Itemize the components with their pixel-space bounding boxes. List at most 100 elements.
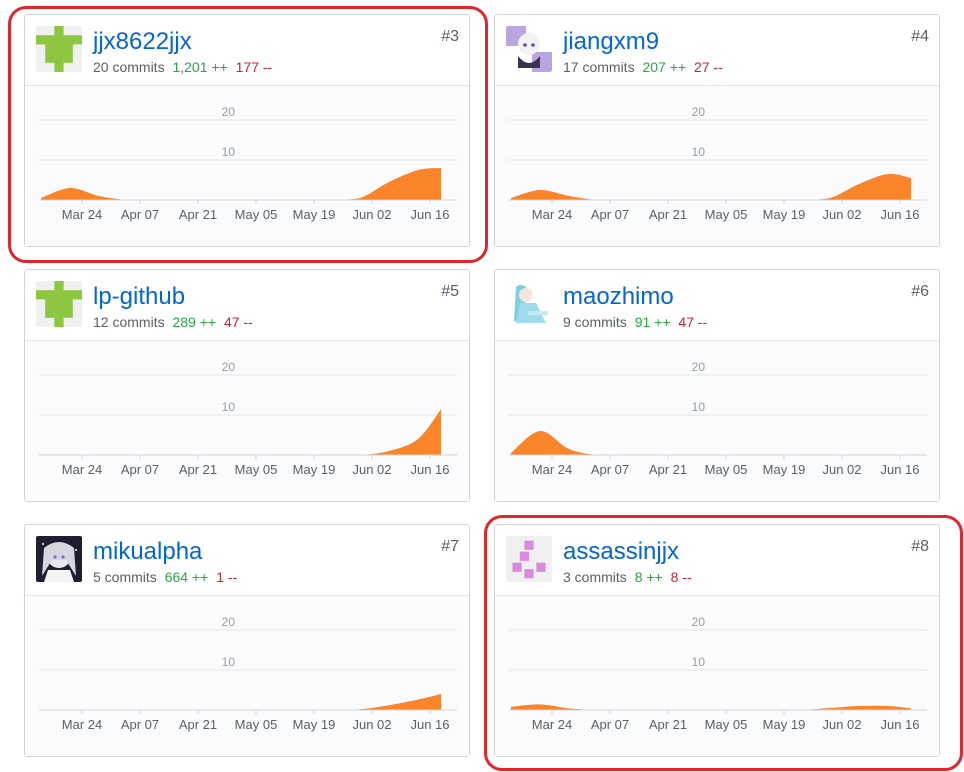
y-tick-label: 20 bbox=[222, 105, 236, 119]
contributor-username-link[interactable]: jjx8622jjx bbox=[93, 27, 192, 57]
contributor-card: jjx8622jjx 20 commits 1,201 ++ 177 -- #3… bbox=[24, 14, 470, 247]
additions-count: 664 ++ bbox=[164, 569, 209, 585]
deletions-count: 27 -- bbox=[693, 59, 723, 75]
contributor-rank: #6 bbox=[911, 283, 929, 300]
contributor-header: jjx8622jjx 20 commits 1,201 ++ 177 -- #3 bbox=[25, 15, 469, 86]
x-tick-label: May 05 bbox=[705, 207, 748, 222]
contributor-username-link[interactable]: assassinjjx bbox=[563, 537, 679, 567]
x-tick-label: May 05 bbox=[235, 462, 278, 477]
chart-svg: 20 10 Mar 24 Apr 07 Apr 21 May 05 May 19 Jun … bbox=[509, 615, 927, 732]
x-tick-label: May 19 bbox=[763, 717, 806, 732]
x-tick-label: Jun 02 bbox=[822, 717, 861, 732]
commit-activity-chart: 20 10 Mar 24 Apr 07 Apr 21 May 05 May 19 Jun … bbox=[25, 86, 469, 246]
anime-avatar-dark-icon[interactable] bbox=[36, 536, 82, 582]
y-tick-label: 10 bbox=[222, 145, 236, 159]
additions-count: 289 ++ bbox=[172, 314, 217, 330]
deletions-count: 8 -- bbox=[670, 569, 692, 585]
x-tick-label: Jun 16 bbox=[880, 717, 919, 732]
x-tick-label: Apr 21 bbox=[649, 717, 687, 732]
commit-count[interactable]: 20 commits bbox=[93, 59, 165, 75]
commit-area bbox=[41, 694, 441, 710]
contributor-stats: 17 commits 207 ++ 27 -- bbox=[563, 58, 723, 76]
x-tick-label: Mar 24 bbox=[532, 207, 572, 222]
contributor-header: lp-github 12 commits 289 ++ 47 -- #5 bbox=[25, 270, 469, 341]
commit-count[interactable]: 9 commits bbox=[563, 314, 627, 330]
x-tick-label: May 05 bbox=[235, 717, 278, 732]
y-tick-label: 20 bbox=[222, 615, 236, 629]
commit-area bbox=[511, 430, 911, 455]
y-tick-label: 20 bbox=[222, 360, 236, 374]
contributor-rank: #4 bbox=[911, 28, 929, 45]
x-tick-label: Apr 07 bbox=[591, 207, 629, 222]
deletions-count: 177 -- bbox=[235, 59, 273, 75]
anime-avatar-purple-icon[interactable] bbox=[506, 26, 552, 72]
x-tick-label: Mar 24 bbox=[62, 207, 102, 222]
y-tick-label: 10 bbox=[692, 655, 706, 669]
x-tick-label: Apr 07 bbox=[591, 717, 629, 732]
x-tick-label: Apr 21 bbox=[649, 462, 687, 477]
x-tick-label: Mar 24 bbox=[62, 717, 102, 732]
contributor-username-link[interactable]: jiangxm9 bbox=[563, 27, 659, 57]
contributor-card: maozhimo 9 commits 91 ++ 47 -- #6 20 10 … bbox=[494, 269, 940, 502]
x-tick-label: Apr 21 bbox=[179, 717, 217, 732]
contributor-stats: 5 commits 664 ++ 1 -- bbox=[93, 568, 237, 586]
x-tick-label: Mar 24 bbox=[532, 717, 572, 732]
y-tick-label: 10 bbox=[692, 400, 706, 414]
y-tick-label: 10 bbox=[222, 400, 236, 414]
commit-count[interactable]: 5 commits bbox=[93, 569, 157, 585]
x-tick-label: Mar 24 bbox=[62, 462, 102, 477]
commit-activity-chart: 20 10 Mar 24 Apr 07 Apr 21 May 05 May 19 Jun … bbox=[25, 341, 469, 501]
chart-svg: 20 10 Mar 24 Apr 07 Apr 21 May 05 May 19 Jun … bbox=[39, 615, 457, 732]
additions-count: 207 ++ bbox=[642, 59, 687, 75]
commit-activity-chart: 20 10 Mar 24 Apr 07 Apr 21 May 05 May 19 Jun … bbox=[495, 341, 939, 501]
x-tick-label: May 05 bbox=[705, 717, 748, 732]
x-tick-label: Apr 07 bbox=[591, 462, 629, 477]
x-tick-label: Apr 21 bbox=[179, 462, 217, 477]
y-tick-label: 20 bbox=[692, 615, 706, 629]
x-tick-label: Apr 07 bbox=[121, 207, 159, 222]
contributor-header: mikualpha 5 commits 664 ++ 1 -- #7 bbox=[25, 525, 469, 596]
x-tick-label: Apr 07 bbox=[121, 462, 159, 477]
commit-activity-chart: 20 10 Mar 24 Apr 07 Apr 21 May 05 May 19 Jun … bbox=[495, 86, 939, 246]
identicon-green-icon[interactable] bbox=[36, 281, 82, 327]
deletions-count: 47 -- bbox=[223, 314, 253, 330]
identicon-pink-icon[interactable] bbox=[506, 536, 552, 582]
x-tick-label: Jun 16 bbox=[880, 462, 919, 477]
commit-count[interactable]: 17 commits bbox=[563, 59, 635, 75]
contributor-username-link[interactable]: lp-github bbox=[93, 282, 185, 312]
anime-avatar-teal-icon[interactable] bbox=[506, 281, 552, 327]
x-tick-label: May 05 bbox=[705, 462, 748, 477]
contributor-rank: #7 bbox=[441, 538, 459, 555]
chart-svg: 20 10 Mar 24 Apr 07 Apr 21 May 05 May 19 Jun … bbox=[509, 105, 927, 222]
contributor-username-link[interactable]: maozhimo bbox=[563, 282, 674, 312]
x-tick-label: Jun 02 bbox=[822, 207, 861, 222]
commit-area bbox=[511, 173, 911, 200]
x-tick-label: Jun 16 bbox=[410, 207, 449, 222]
x-tick-label: Apr 07 bbox=[121, 717, 159, 732]
commit-count[interactable]: 3 commits bbox=[563, 569, 627, 585]
contributor-rank: #5 bbox=[441, 283, 459, 300]
commit-area bbox=[41, 409, 441, 455]
deletions-count: 1 -- bbox=[216, 569, 238, 585]
x-tick-label: Apr 21 bbox=[179, 207, 217, 222]
contributor-header: jiangxm9 17 commits 207 ++ 27 -- #4 bbox=[495, 15, 939, 86]
x-tick-label: Jun 02 bbox=[352, 207, 391, 222]
identicon-green-icon[interactable] bbox=[36, 26, 82, 72]
contributor-card: jiangxm9 17 commits 207 ++ 27 -- #4 20 1… bbox=[494, 14, 940, 247]
y-tick-label: 20 bbox=[692, 105, 706, 119]
contributor-card: assassinjjx 3 commits 8 ++ 8 -- #8 20 10… bbox=[494, 524, 940, 757]
contributor-header: assassinjjx 3 commits 8 ++ 8 -- #8 bbox=[495, 525, 939, 596]
x-tick-label: Jun 16 bbox=[410, 462, 449, 477]
contributor-username-link[interactable]: mikualpha bbox=[93, 537, 202, 567]
additions-count: 8 ++ bbox=[634, 569, 663, 585]
x-tick-label: Jun 02 bbox=[352, 717, 391, 732]
y-tick-label: 10 bbox=[222, 655, 236, 669]
y-tick-label: 10 bbox=[692, 145, 706, 159]
x-tick-label: Apr 21 bbox=[649, 207, 687, 222]
commit-count[interactable]: 12 commits bbox=[93, 314, 165, 330]
x-tick-label: May 19 bbox=[293, 462, 336, 477]
x-tick-label: May 19 bbox=[763, 462, 806, 477]
contributor-card: mikualpha 5 commits 664 ++ 1 -- #7 20 10… bbox=[24, 524, 470, 757]
x-tick-label: May 19 bbox=[293, 207, 336, 222]
contributor-stats: 12 commits 289 ++ 47 -- bbox=[93, 313, 253, 331]
